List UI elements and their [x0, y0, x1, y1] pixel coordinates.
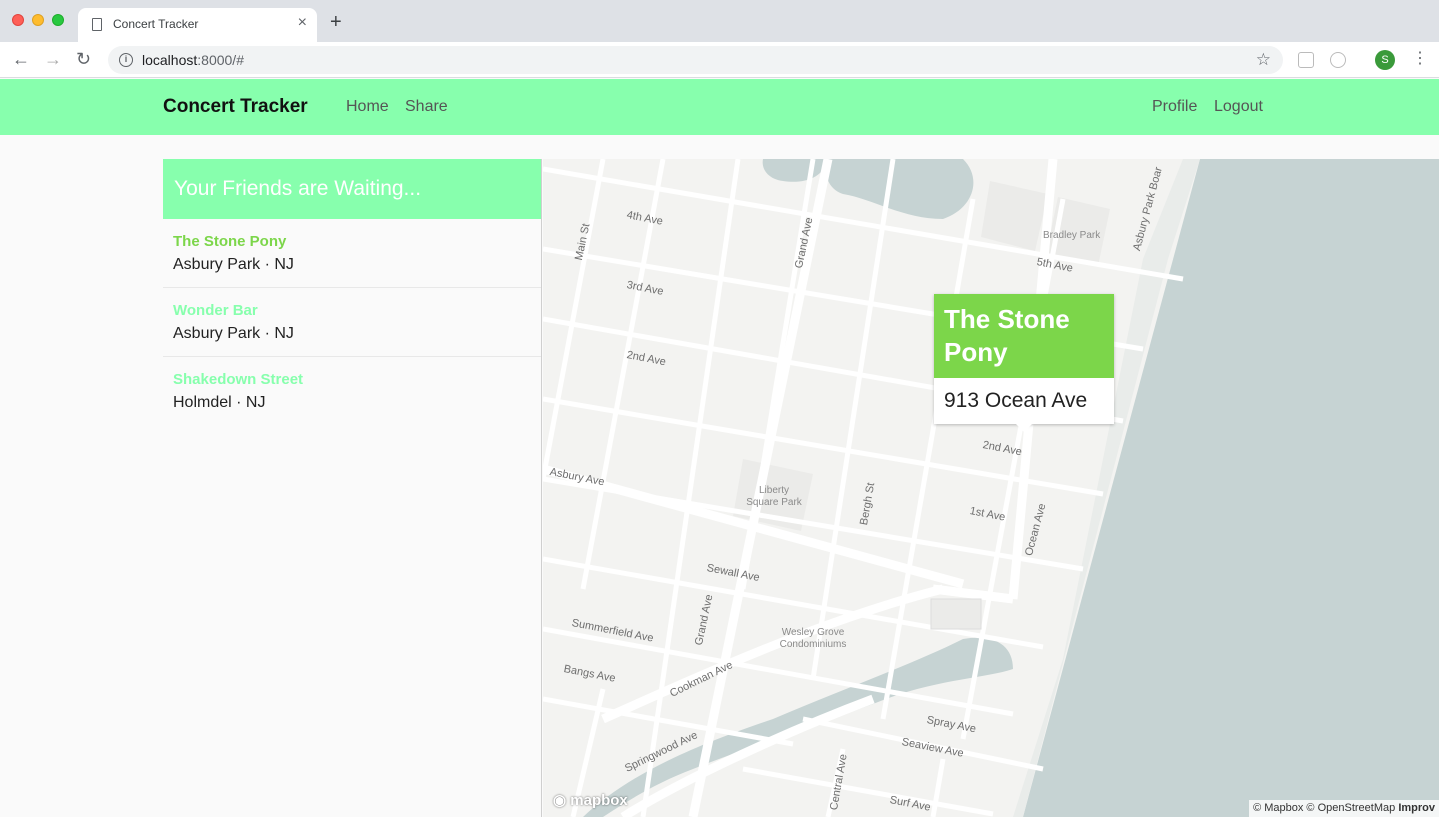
map-tiles — [543, 159, 1439, 817]
info-icon[interactable]: i — [119, 53, 133, 67]
nav-share-link[interactable]: Share — [405, 98, 448, 116]
browser-tab[interactable]: Concert Tracker × — [78, 8, 317, 42]
extension-icon[interactable] — [1298, 52, 1314, 68]
minimize-window-button[interactable] — [32, 14, 44, 26]
address-bar[interactable]: i localhost:8000/# ☆ — [108, 46, 1283, 74]
bookmark-star-icon[interactable]: ☆ — [1256, 50, 1271, 70]
mapbox-logo[interactable]: ◉ mapbox — [553, 791, 628, 809]
popup-address: 913 Ocean Ave — [944, 389, 1088, 412]
park-label: Wesley Grove Condominiums — [779, 627, 847, 650]
maximize-window-button[interactable] — [52, 14, 64, 26]
reload-icon[interactable]: ↻ — [76, 50, 91, 68]
attribution-text: © Mapbox © OpenStreetMap — [1253, 802, 1396, 814]
park-label: Liberty Square Park — [746, 485, 802, 508]
venue-popup[interactable]: The Stone Pony 913 Ocean Ave — [934, 294, 1114, 432]
app-navbar: Concert Tracker Home Share Profile Logou… — [0, 79, 1439, 135]
popup-tip — [1016, 424, 1032, 432]
venue-location: Holmdel · NJ — [173, 394, 266, 411]
lake-top-left — [762, 159, 828, 182]
brand-link[interactable]: Concert Tracker — [163, 96, 308, 118]
back-arrow-icon[interactable]: ← — [12, 50, 30, 68]
venue-item[interactable]: Wonder Bar Asbury Park · NJ — [163, 288, 541, 357]
profile-avatar[interactable]: S — [1375, 50, 1395, 70]
page-icon — [92, 18, 102, 31]
venue-location: Asbury Park · NJ — [173, 325, 294, 342]
url-text: localhost:8000/# — [142, 52, 244, 68]
nav-profile-link[interactable]: Profile — [1152, 98, 1197, 116]
map-canvas[interactable]: 4th Ave 3rd Ave 2nd Ave Asbury Ave Sewal… — [543, 159, 1439, 817]
park-label: Bradley Park — [1043, 230, 1101, 241]
venue-item[interactable]: Shakedown Street Holmdel · NJ — [163, 357, 541, 426]
new-tab-button[interactable]: + — [330, 12, 342, 32]
venue-sidebar: Your Friends are Waiting... The Stone Po… — [163, 159, 542, 817]
venue-location: Asbury Park · NJ — [173, 256, 294, 273]
close-window-button[interactable] — [12, 14, 24, 26]
park-block — [981, 181, 1048, 251]
browser-toolbar: ← → ↻ i localhost:8000/# ☆ S ⋮ — [0, 42, 1439, 78]
browser-tabstrip: Concert Tracker × + — [0, 0, 1439, 42]
tab-close-icon[interactable]: × — [298, 15, 307, 31]
sidebar-heading: Your Friends are Waiting... — [163, 159, 541, 219]
lake-top — [826, 159, 974, 219]
browser-menu-icon[interactable]: ⋮ — [1412, 50, 1428, 68]
tab-title: Concert Tracker — [113, 17, 199, 31]
forward-arrow-icon[interactable]: → — [44, 50, 62, 68]
popup-title: The Stone Pony — [934, 294, 1114, 378]
extension-icon[interactable] — [1330, 52, 1346, 68]
venue-name[interactable]: Wonder Bar — [173, 302, 531, 319]
nav-home-link[interactable]: Home — [346, 98, 389, 116]
venue-item[interactable]: The Stone Pony Asbury Park · NJ — [163, 219, 541, 288]
nav-logout-link[interactable]: Logout — [1214, 98, 1263, 116]
venue-name[interactable]: Shakedown Street — [173, 371, 531, 388]
map-attribution: © Mapbox © OpenStreetMap Improv — [1249, 800, 1439, 817]
venue-name[interactable]: The Stone Pony — [173, 233, 531, 250]
improve-map-link[interactable]: Improv — [1398, 802, 1435, 814]
